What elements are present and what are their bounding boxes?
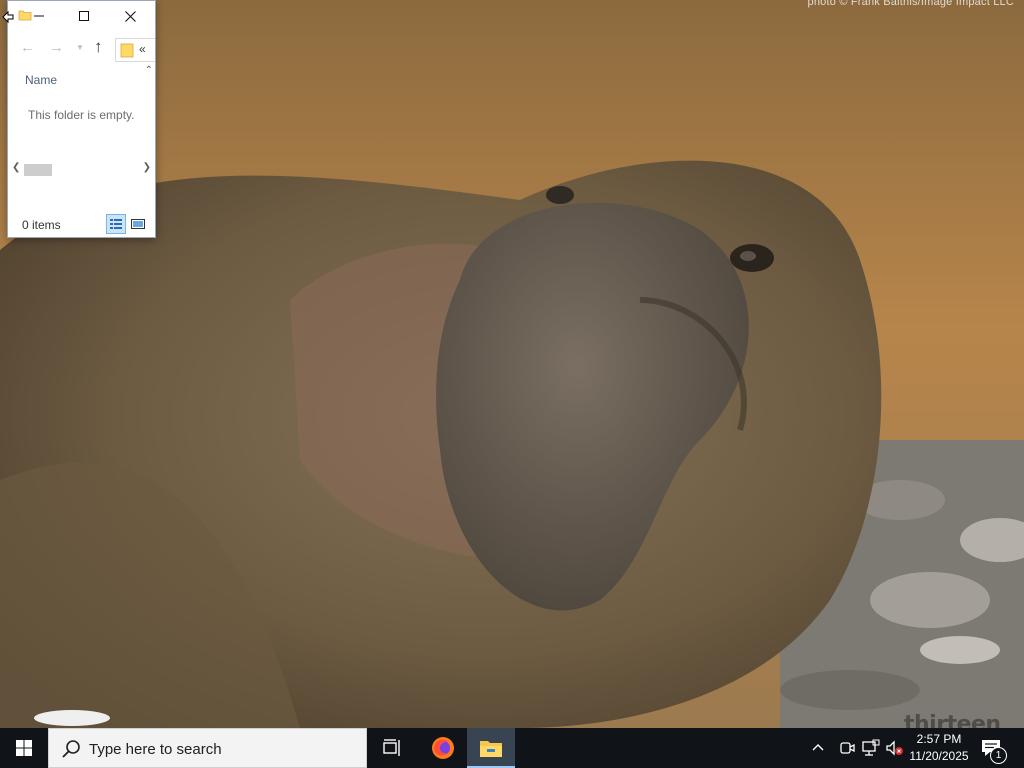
close-icon: [124, 10, 136, 22]
minimize-button[interactable]: [17, 1, 61, 31]
empty-folder-message: This folder is empty.: [28, 108, 135, 122]
network-icon[interactable]: [861, 739, 881, 757]
item-count: 0 items: [22, 218, 61, 232]
mouse-cursor-icon: [2, 10, 14, 24]
file-explorer-taskbar-button[interactable]: [467, 728, 515, 768]
show-hidden-icons-chevron-icon[interactable]: [812, 739, 824, 755]
scroll-right-icon[interactable]: ❯: [143, 162, 151, 173]
firefox-taskbar-button[interactable]: [419, 728, 467, 768]
system-clock[interactable]: 2:57 PM 11/20/2025: [904, 731, 974, 765]
windows-logo-icon: [16, 740, 32, 756]
notification-count-badge: 1: [990, 747, 1007, 764]
scroll-left-icon[interactable]: ❮: [12, 162, 20, 173]
meet-now-icon[interactable]: [838, 739, 856, 757]
minimize-icon: [34, 15, 44, 17]
horizontal-scrollbar[interactable]: ❮ ❯: [8, 161, 155, 178]
status-bar: 0 items: [8, 213, 155, 237]
maximize-icon: [79, 11, 89, 21]
taskbar: Type here to search 2:57 PM 11/20/2025 1: [0, 728, 1024, 768]
scroll-up-icon[interactable]: ⌃: [145, 65, 153, 76]
up-arrow-icon[interactable]: ↑: [94, 37, 103, 57]
details-view-icon: [110, 219, 122, 229]
close-button[interactable]: [107, 1, 153, 31]
wallpaper-credit: photo © Frank Balthis/Image Impact LLC: [807, 0, 1014, 8]
breadcrumb-overflow-icon[interactable]: «: [139, 42, 146, 56]
recent-locations-chevron-icon[interactable]: ▼: [76, 43, 84, 52]
volume-muted-icon[interactable]: [885, 739, 903, 757]
start-button[interactable]: [0, 728, 48, 768]
firefox-icon: [432, 737, 454, 759]
navigation-bar: ← → ▼ ↑ «: [8, 31, 155, 65]
file-list[interactable]: Name ⌃ This folder is empty.: [8, 65, 155, 205]
task-view-icon: [383, 739, 400, 756]
maximize-button[interactable]: [61, 1, 107, 31]
large-icons-view-button[interactable]: [130, 216, 146, 232]
watermark-logo: thirteen: [904, 712, 1001, 728]
clock-date: 11/20/2025: [909, 749, 969, 763]
address-folder-icon: [120, 42, 134, 63]
file-explorer-window[interactable]: ← → ▼ ↑ « Name ⌃ This folder is empty. ❮…: [7, 0, 156, 238]
title-bar[interactable]: [8, 1, 155, 31]
search-placeholder: Type here to search: [89, 741, 222, 758]
details-view-button[interactable]: [106, 214, 126, 234]
back-arrow-icon[interactable]: ←: [20, 39, 35, 56]
name-column-header[interactable]: Name: [25, 73, 57, 87]
scrollbar-thumb[interactable]: [24, 164, 52, 176]
address-bar[interactable]: «: [115, 38, 155, 63]
file-explorer-icon: [480, 741, 502, 757]
search-icon: [62, 740, 80, 758]
forward-arrow-icon[interactable]: →: [49, 39, 64, 56]
taskbar-search-box[interactable]: Type here to search: [48, 728, 367, 768]
clock-time: 2:57 PM: [916, 732, 962, 746]
large-icons-view-icon: [131, 219, 145, 229]
task-view-button[interactable]: [368, 728, 416, 768]
